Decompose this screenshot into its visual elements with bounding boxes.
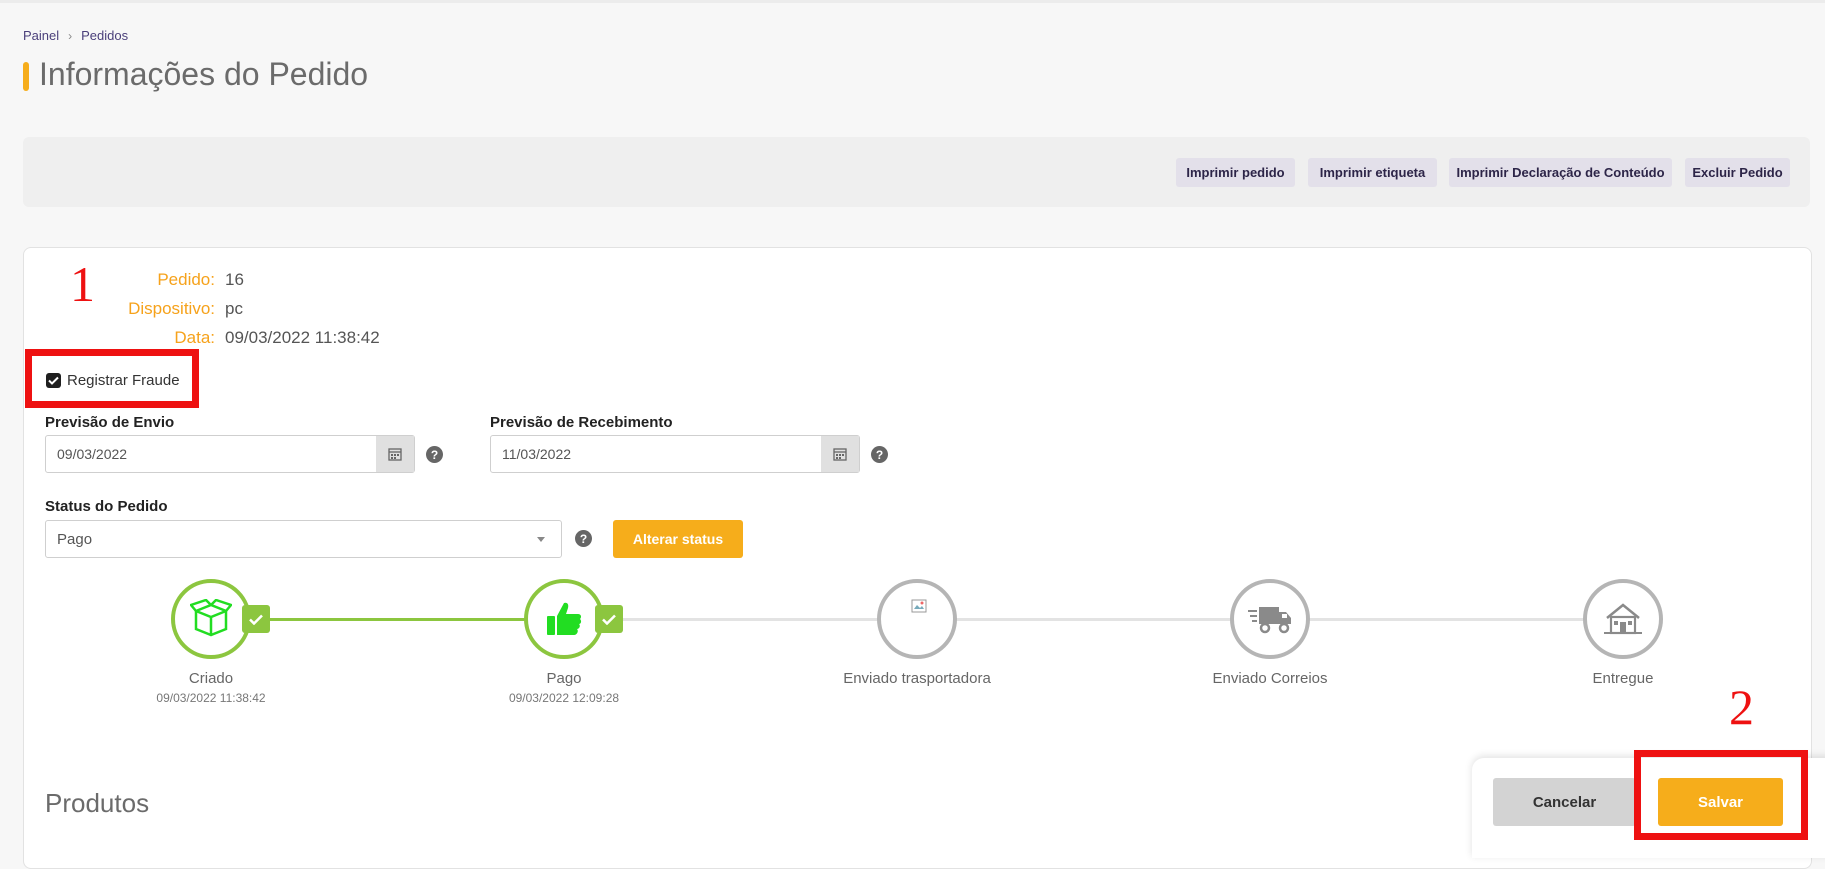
calendar-icon[interactable] <box>821 436 859 472</box>
shipping-forecast-value: 09/03/2022 <box>57 446 128 462</box>
step-paid-check-icon <box>595 605 623 633</box>
top-divider <box>0 0 1825 3</box>
delete-order-button[interactable]: Excluir Pedido <box>1685 158 1790 187</box>
step-created <box>171 579 251 659</box>
print-label-button[interactable]: Imprimir etiqueta <box>1308 158 1437 187</box>
register-fraud-label: Registrar Fraude <box>67 372 180 389</box>
receiving-forecast-label: Previsão de Recebimento <box>490 414 673 431</box>
step-shipped-post-label: Enviado Correios <box>1212 670 1328 687</box>
register-fraud-checkbox[interactable] <box>46 373 61 388</box>
shipping-forecast-input[interactable]: 09/03/2022 <box>45 435 415 473</box>
checkmark-icon <box>48 376 59 385</box>
register-fraud-checkbox-row[interactable]: Registrar Fraude <box>46 372 180 389</box>
progress-line-done <box>251 618 530 621</box>
order-id-row: Pedido: <box>0 270 215 292</box>
order-device-value: pc <box>225 299 243 318</box>
receiving-forecast-input[interactable]: 11/03/2022 <box>490 435 860 473</box>
step-shipped-carrier <box>877 579 957 659</box>
shipping-forecast-label: Previsão de Envio <box>45 414 175 431</box>
order-status-value: Pago <box>57 531 93 548</box>
order-status-select[interactable]: Pago <box>45 520 562 558</box>
breadcrumb-separator-icon: › <box>68 29 73 43</box>
step-paid-date: 09/03/2022 12:09:28 <box>508 691 620 705</box>
order-date-label: Data: <box>174 328 215 347</box>
step-created-check-icon <box>242 605 270 633</box>
breadcrumb: Painel › Pedidos <box>23 28 128 43</box>
chevron-down-icon <box>537 537 545 542</box>
order-device-label: Dispositivo: <box>128 299 215 318</box>
shipping-help-icon[interactable]: ? <box>426 446 443 463</box>
step-paid-label: Pago <box>546 670 582 687</box>
page-title: Informações do Pedido <box>39 56 369 92</box>
print-order-button[interactable]: Imprimir pedido <box>1176 158 1295 187</box>
thumbs-up-icon <box>547 602 582 635</box>
title-accent-bar <box>23 62 29 91</box>
step-shipped-carrier-label: Enviado trasportadora <box>843 670 991 687</box>
cancel-button[interactable]: Cancelar <box>1493 778 1636 826</box>
order-status-label: Status do Pedido <box>45 498 168 515</box>
products-heading: Produtos <box>45 788 150 818</box>
house-icon <box>1604 603 1642 635</box>
change-status-button[interactable]: Alterar status <box>613 520 743 558</box>
status-help-icon[interactable]: ? <box>575 530 592 547</box>
step-delivered <box>1583 579 1663 659</box>
delivery-truck-icon <box>1248 607 1291 634</box>
calendar-icon[interactable] <box>376 436 414 472</box>
box-icon <box>190 599 232 637</box>
breadcrumb-painel[interactable]: Painel <box>23 28 59 43</box>
step-created-label: Criado <box>188 670 234 687</box>
step-created-date: 09/03/2022 11:38:42 <box>156 691 266 705</box>
receiving-help-icon[interactable]: ? <box>871 446 888 463</box>
order-device-row: Dispositivo: <box>0 299 215 321</box>
annotation-number-2: 2 <box>1729 679 1754 735</box>
print-content-declaration-button[interactable]: Imprimir Declaração de Conteúdo <box>1449 158 1672 187</box>
breadcrumb-pedidos[interactable]: Pedidos <box>81 28 128 43</box>
broken-image-icon <box>911 599 927 613</box>
order-date-row: Data: <box>0 328 215 350</box>
progress-line-pending <box>604 618 1625 621</box>
receiving-forecast-value: 11/03/2022 <box>502 446 572 462</box>
action-panel: Imprimir pedido Imprimir etiqueta Imprim… <box>23 137 1810 207</box>
step-delivered-label: Entregue <box>1592 670 1654 687</box>
step-shipped-post <box>1230 579 1310 659</box>
save-button[interactable]: Salvar <box>1658 778 1783 826</box>
order-date-value: 09/03/2022 11:38:42 <box>225 328 380 347</box>
step-paid <box>524 579 604 659</box>
order-id-value: 16 <box>225 270 244 289</box>
order-id-label: Pedido: <box>157 270 215 289</box>
